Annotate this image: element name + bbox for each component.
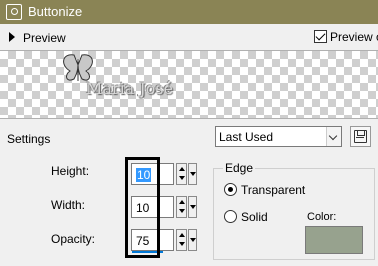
color-swatch[interactable] bbox=[305, 226, 363, 254]
preset-value: Last Used bbox=[219, 130, 274, 144]
radio-solid-label[interactable]: Solid bbox=[241, 210, 268, 224]
radio-transparent[interactable] bbox=[224, 183, 237, 196]
settings-label: Settings bbox=[7, 132, 51, 146]
opacity-input[interactable]: 75 bbox=[131, 229, 174, 253]
up-down-icon[interactable] bbox=[176, 196, 187, 218]
title-bar: Buttonize bbox=[0, 0, 378, 24]
height-spinner[interactable] bbox=[176, 163, 198, 185]
preset-dropdown[interactable]: Last Used bbox=[215, 126, 342, 147]
width-label: Width: bbox=[51, 198, 86, 212]
preview-bar: Preview Preview o bbox=[0, 24, 378, 50]
height-label: Height: bbox=[51, 164, 90, 178]
height-input[interactable]: 10 bbox=[131, 163, 174, 185]
width-spinner[interactable] bbox=[176, 196, 198, 218]
opacity-label: Opacity: bbox=[51, 232, 96, 246]
preview-checkbox[interactable] bbox=[314, 30, 327, 43]
chevron-down-icon[interactable] bbox=[188, 196, 197, 218]
edge-title: Edge bbox=[223, 161, 256, 175]
width-value: 10 bbox=[136, 201, 150, 215]
chevron-down-icon[interactable] bbox=[326, 127, 341, 146]
chevron-down-icon[interactable] bbox=[188, 163, 197, 185]
color-label: Color: bbox=[307, 211, 337, 223]
up-down-icon[interactable] bbox=[176, 163, 187, 185]
opacity-level-bar bbox=[132, 251, 163, 253]
disk-icon bbox=[354, 130, 367, 143]
radio-transparent-label[interactable]: Transparent bbox=[241, 183, 305, 197]
camera-icon bbox=[6, 4, 22, 20]
preview-toggle[interactable]: Preview bbox=[23, 31, 66, 45]
settings-bar: Settings Last Used bbox=[0, 120, 378, 152]
radio-solid[interactable] bbox=[224, 210, 237, 223]
up-down-icon[interactable] bbox=[176, 229, 187, 251]
preview-checkbox-label: Preview o bbox=[330, 30, 378, 44]
chevron-down-icon[interactable] bbox=[188, 229, 197, 251]
watermark-text: Maria José bbox=[86, 79, 174, 98]
opacity-value: 75 bbox=[136, 234, 150, 248]
preview-area: Maria José bbox=[0, 50, 378, 119]
height-value: 10 bbox=[136, 168, 152, 182]
triangle-right-icon[interactable] bbox=[9, 32, 15, 42]
width-input[interactable]: 10 bbox=[131, 196, 174, 218]
opacity-spinner[interactable] bbox=[176, 229, 198, 251]
save-preset-button[interactable] bbox=[350, 126, 371, 147]
window-title: Buttonize bbox=[28, 4, 83, 19]
